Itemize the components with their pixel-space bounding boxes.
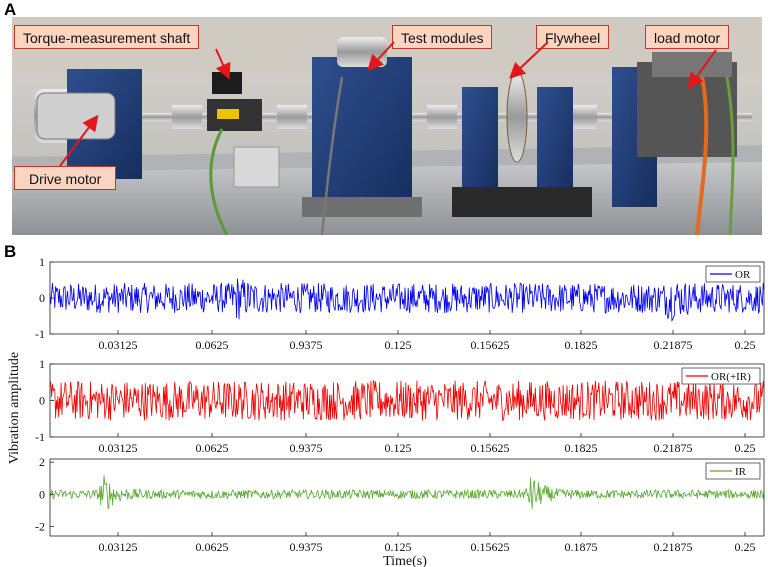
y-tick-label: 1 <box>39 357 45 371</box>
arrow-torque <box>215 48 231 80</box>
plot-frame-1 <box>49 261 765 335</box>
x-tick-label: 0.0625 <box>196 338 229 352</box>
x-tick-label: 0.21875 <box>654 540 693 554</box>
x-tick-label: 0.1825 <box>565 441 598 455</box>
y-tick-label: 2 <box>39 455 45 469</box>
arrow-drive-motor <box>59 114 99 167</box>
legend-label: IR <box>735 466 747 478</box>
x-tick-label: 0.0625 <box>196 441 229 455</box>
x-tick-label: 0.15625 <box>471 540 510 554</box>
arrow-load-motor <box>687 49 717 90</box>
signal-IR <box>49 475 765 509</box>
legend-label: OR(+IR) <box>711 371 751 383</box>
callout-arrows <box>59 41 717 167</box>
legend-label: OR <box>735 269 751 281</box>
x-tick-label: 0.9375 <box>290 441 323 455</box>
arrow-flywheel <box>509 41 549 79</box>
y-tick-label: -1 <box>35 430 45 444</box>
x-tick-label: 0.03125 <box>99 540 138 554</box>
x-tick-label: 0.125 <box>385 338 412 352</box>
x-tick-label: 0.21875 <box>654 338 693 352</box>
x-tick-label: 0.25 <box>735 441 756 455</box>
y-tick-label: 1 <box>39 255 45 269</box>
x-tick-label: 0.1875 <box>565 540 598 554</box>
vibration-plots: Vibration amplitude Time(s) 1 0 -1 0.03125 0… <box>7 255 765 567</box>
x-tick-label: 0.25 <box>735 338 756 352</box>
y-tick-label: -1 <box>35 327 45 341</box>
x-tick-label: 0.125 <box>385 540 412 554</box>
x-tick-label: 0.9375 <box>290 338 323 352</box>
x-tick-label: 0.15625 <box>471 338 510 352</box>
x-tick-label: 0.9375 <box>290 540 323 554</box>
y-tick-label: 0 <box>39 291 45 305</box>
x-tick-label: 0.125 <box>385 441 412 455</box>
y-tick-label: 0 <box>39 487 45 501</box>
x-tick-label: 0.03125 <box>99 338 138 352</box>
y-tick-label: -2 <box>35 519 45 533</box>
x-tick-label: 0.15625 <box>471 441 510 455</box>
x-tick-label: 0.0625 <box>196 540 229 554</box>
x-tick-label: 0.1825 <box>565 338 598 352</box>
arrow-test-modules <box>367 41 395 71</box>
x-tick-label: 0.03125 <box>99 441 138 455</box>
x-axis-label: Time(s) <box>383 554 427 567</box>
y-tick-label: 0 <box>39 394 45 408</box>
y-axis-label: Vibration amplitude <box>7 352 22 464</box>
x-tick-label: 0.21875 <box>654 441 693 455</box>
signal-OR <box>49 278 765 322</box>
x-tick-label: 0.25 <box>735 540 756 554</box>
signal-OR(+IR) <box>49 379 765 422</box>
